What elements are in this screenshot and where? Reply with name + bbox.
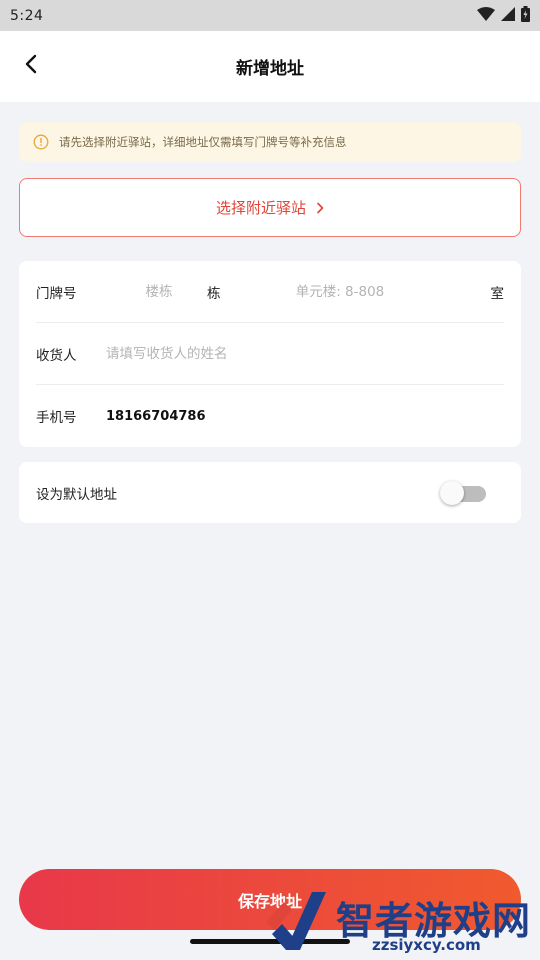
save-address-label: 保存地址 [237, 891, 302, 911]
watermark-url: zzsiyxcy.com [372, 936, 481, 954]
default-address-label: 设为默认地址 [36, 486, 117, 503]
room-unit: 室 [490, 285, 505, 302]
notice-banner: 请先选择附近驿站，详细地址仅需填写门牌号等补充信息 [19, 122, 521, 162]
chevron-left-icon [24, 54, 38, 78]
status-time: 5:24 [10, 7, 44, 24]
door-number-row: 门牌号 栋 室 [36, 261, 504, 323]
door-number-label: 门牌号 [36, 285, 77, 302]
toggle-knob [440, 480, 464, 505]
building-input[interactable] [124, 283, 194, 300]
room-input[interactable] [285, 283, 395, 300]
receiver-label: 收货人 [36, 347, 77, 364]
notice-text: 请先选择附近驿站，详细地址仅需填写门牌号等补充信息 [59, 135, 347, 149]
phone-row: 手机号 18166704786 [36, 385, 504, 447]
select-station-button[interactable]: 选择附近驿站 [19, 178, 521, 237]
page-title: 新增地址 [236, 59, 304, 79]
wifi-icon [477, 6, 495, 25]
save-address-button[interactable]: 保存地址 [19, 869, 521, 930]
receiver-row: 收货人 [36, 323, 504, 385]
address-form: 门牌号 栋 室 收货人 手机号 18166704786 [19, 261, 521, 447]
phone-label: 手机号 [36, 410, 77, 426]
signal-icon [501, 6, 515, 25]
default-address-toggle[interactable] [440, 480, 488, 506]
default-address-row: 设为默认地址 [19, 462, 521, 523]
receiver-name-input[interactable] [106, 345, 504, 362]
back-button[interactable] [18, 53, 44, 79]
home-indicator [190, 939, 350, 944]
phone-input[interactable]: 18166704786 [106, 409, 206, 424]
chevron-right-icon [316, 202, 324, 214]
header: 新增地址 [0, 31, 540, 102]
building-unit: 栋 [207, 285, 221, 302]
status-icons [477, 5, 530, 26]
select-station-label: 选择附近驿站 [215, 199, 306, 217]
info-icon [33, 134, 49, 150]
status-bar: 5:24 [0, 0, 540, 31]
battery-icon [521, 5, 530, 26]
